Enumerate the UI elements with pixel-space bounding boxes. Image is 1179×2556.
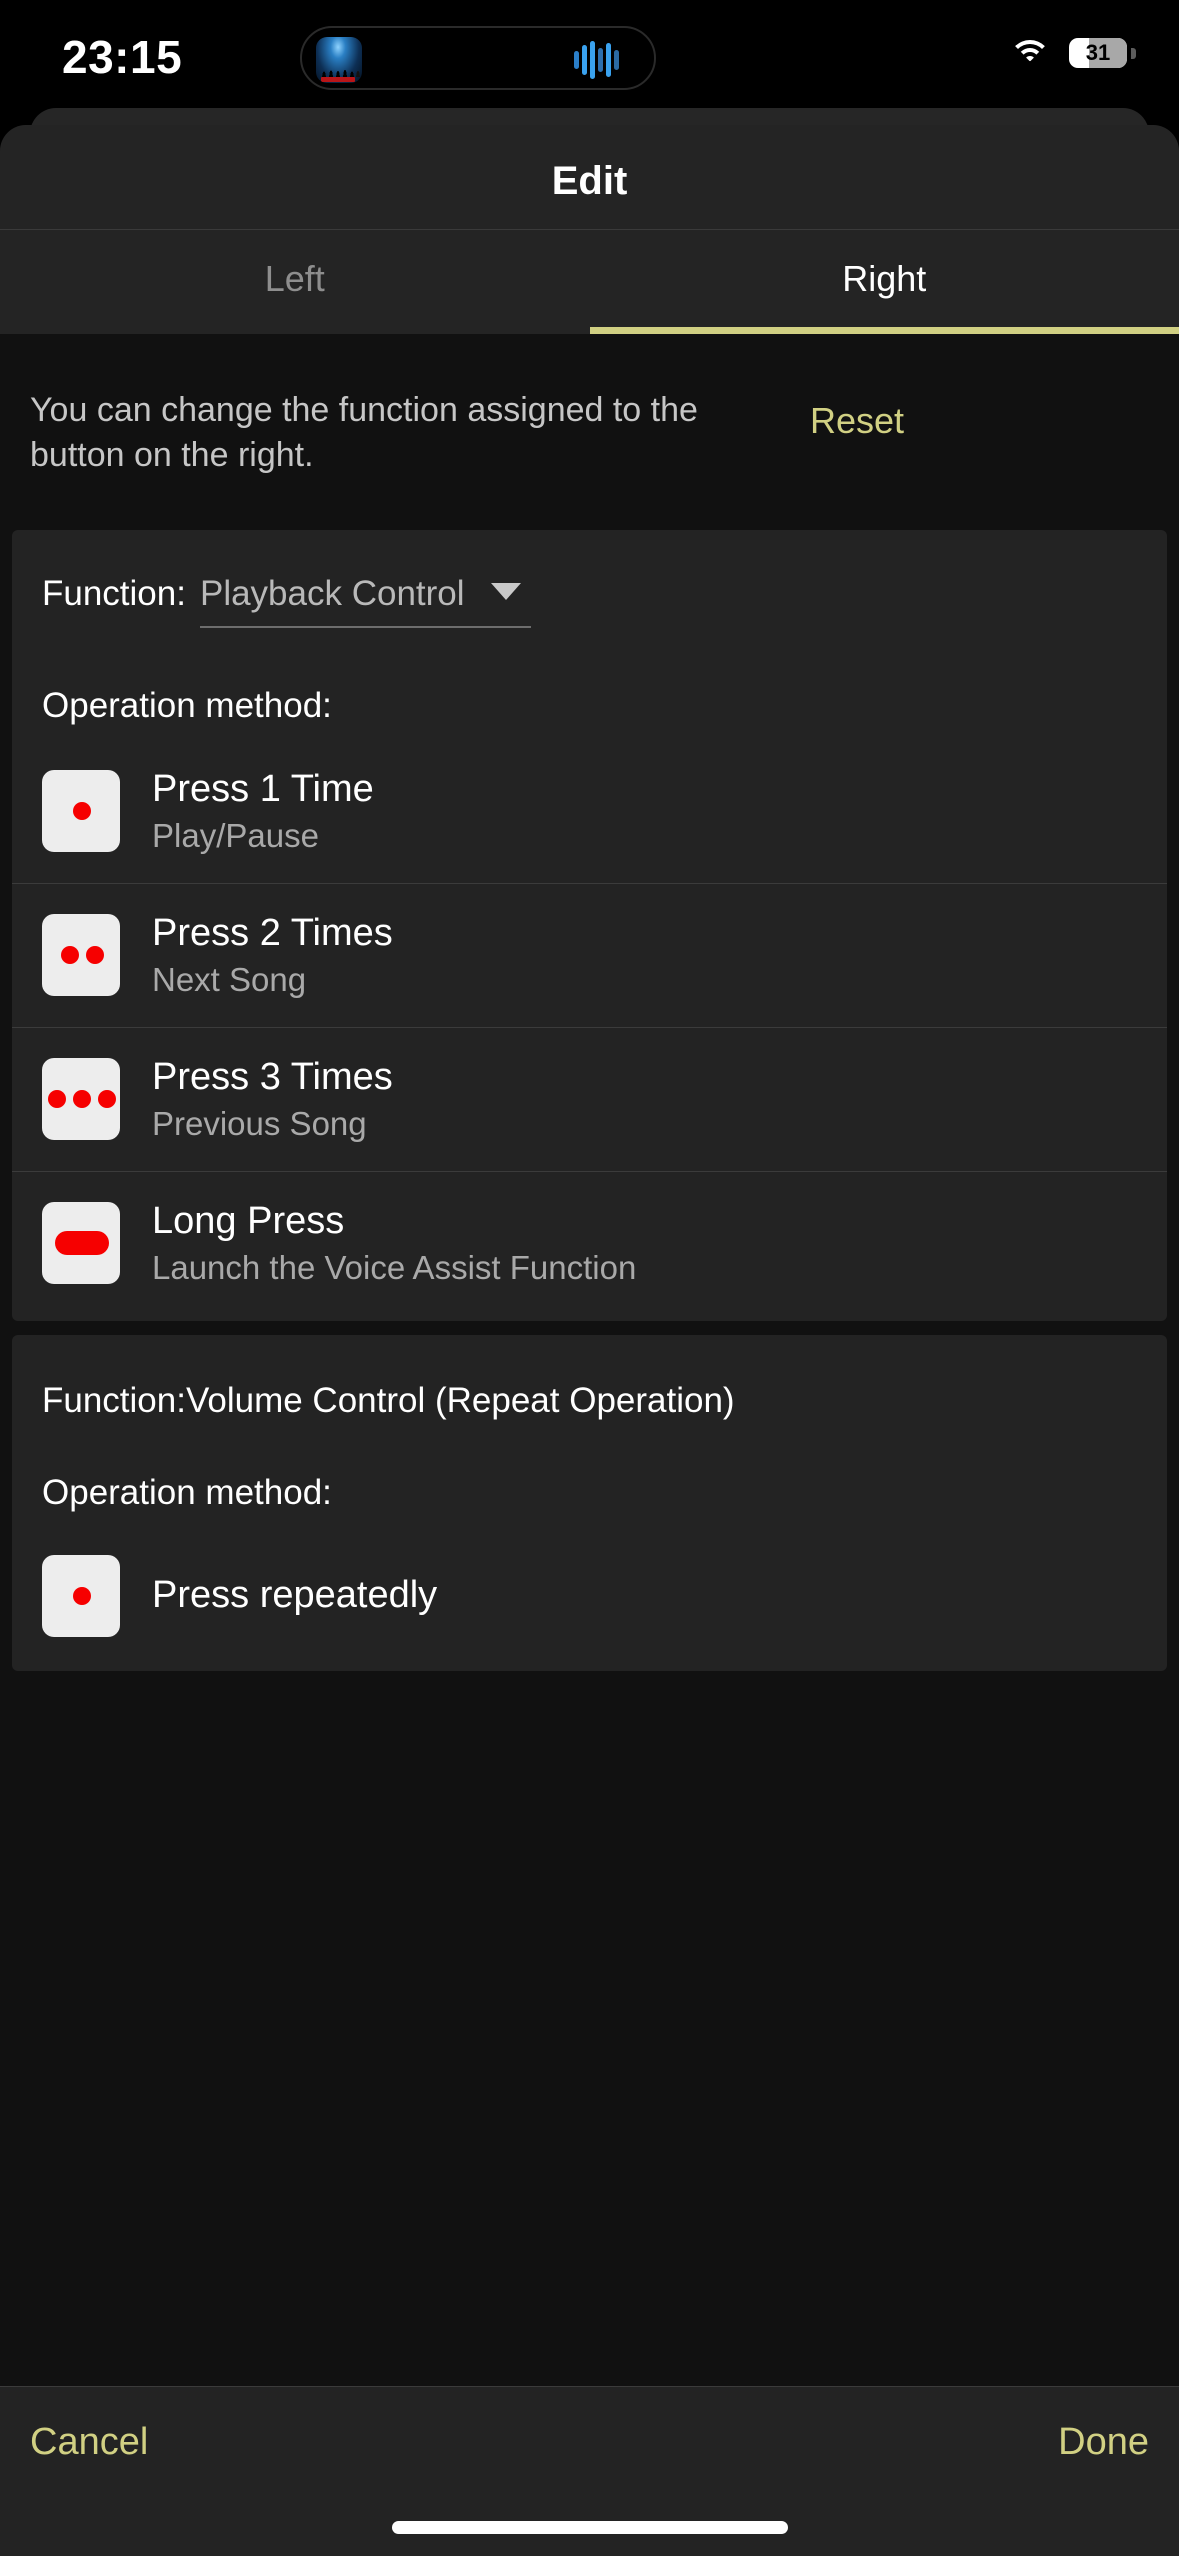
home-indicator[interactable] (391, 2521, 788, 2534)
function-dropdown-value: Playback Control (199, 573, 465, 613)
album-art-title-bar (321, 77, 355, 82)
battery-percent-label: 31 (1085, 40, 1111, 65)
tab-left-underline (0, 327, 590, 334)
operation-title: Press repeatedly (152, 1574, 438, 1617)
page-title: Edit (551, 159, 628, 203)
status-bar-time: 23:15 (62, 31, 183, 83)
press-repeatedly-icon (42, 1554, 120, 1637)
function-static-label: Function:Volume Control (Repeat Operatio… (42, 1380, 735, 1420)
operation-subtitle: Launch the Voice Assist Function (152, 1248, 637, 1286)
operation-method-heading-2: Operation method: (42, 1472, 332, 1512)
operation-title: Press 2 Times (152, 911, 393, 954)
function-selector-row: Function: Playback Control (42, 574, 1167, 634)
operation-method-heading-1: Operation method: (42, 685, 332, 725)
tab-right[interactable]: Right (589, 230, 1179, 334)
volume-control-section: Function:Volume Control (Repeat Operatio… (12, 1334, 1167, 1671)
sheet-header: Edit (0, 125, 1179, 230)
battery-icon: 31 (1069, 38, 1136, 70)
cancel-button[interactable]: Cancel (30, 2421, 148, 2464)
operation-subtitle: Play/Pause (152, 816, 319, 854)
tab-left[interactable]: Left (0, 230, 590, 334)
reset-button[interactable]: Reset (810, 400, 904, 442)
press-2-times-icon (42, 914, 120, 997)
operation-subtitle: Previous Song (152, 1104, 367, 1142)
operation-row[interactable]: Press 2 Times Next Song (12, 882, 1167, 1027)
operation-row[interactable]: Press 1 Time Play/Pause (12, 740, 1167, 883)
press-3-times-icon (42, 1058, 120, 1141)
chevron-down-icon (490, 583, 521, 601)
operation-title: Press 3 Times (152, 1055, 393, 1098)
operation-row[interactable]: Long Press Launch the Voice Assist Funct… (12, 1170, 1167, 1315)
audio-waveform-icon (574, 40, 632, 80)
press-1-time-icon (42, 770, 120, 853)
operation-row[interactable]: Press 3 Times Previous Song (12, 1026, 1167, 1171)
tab-right-label: Right (842, 258, 927, 299)
long-press-icon (42, 1202, 120, 1285)
description-text: You can change the function assigned to … (30, 391, 698, 474)
album-art-figures (318, 57, 360, 77)
status-bar-indicators: 31 (1009, 32, 1136, 76)
tab-bar: Left Right (0, 230, 1179, 334)
operation-subtitle: Next Song (152, 960, 307, 998)
dynamic-island[interactable] (300, 26, 656, 90)
wifi-icon (1009, 38, 1051, 70)
album-art-thumbnail[interactable] (316, 37, 362, 83)
playback-control-section: Function: Playback Control Operation met… (12, 529, 1167, 1321)
operation-row[interactable]: Press repeatedly (12, 1527, 1167, 1665)
status-bar: 23:15 31 (0, 0, 1179, 116)
tab-right-underline (589, 327, 1179, 334)
operation-list-2: Press repeatedly (12, 1527, 1167, 1665)
function-dropdown[interactable]: Playback Control (199, 573, 531, 628)
operation-title: Press 1 Time (152, 767, 374, 810)
tab-left-label: Left (264, 258, 325, 299)
operation-title: Long Press (152, 1199, 345, 1242)
description-bar: You can change the function assigned to … (0, 334, 1179, 530)
bottom-toolbar: Cancel Done (0, 2386, 1179, 2556)
function-label: Function: (42, 573, 186, 613)
done-button[interactable]: Done (1058, 2421, 1149, 2464)
edit-modal-sheet: Edit Left Right You can change the funct… (0, 125, 1179, 2556)
phone-screen: 23:15 31 Edit Left Right You can change … (0, 0, 1179, 2556)
operation-list-1: Press 1 Time Play/Pause Press 2 Times Ne… (12, 740, 1167, 1315)
